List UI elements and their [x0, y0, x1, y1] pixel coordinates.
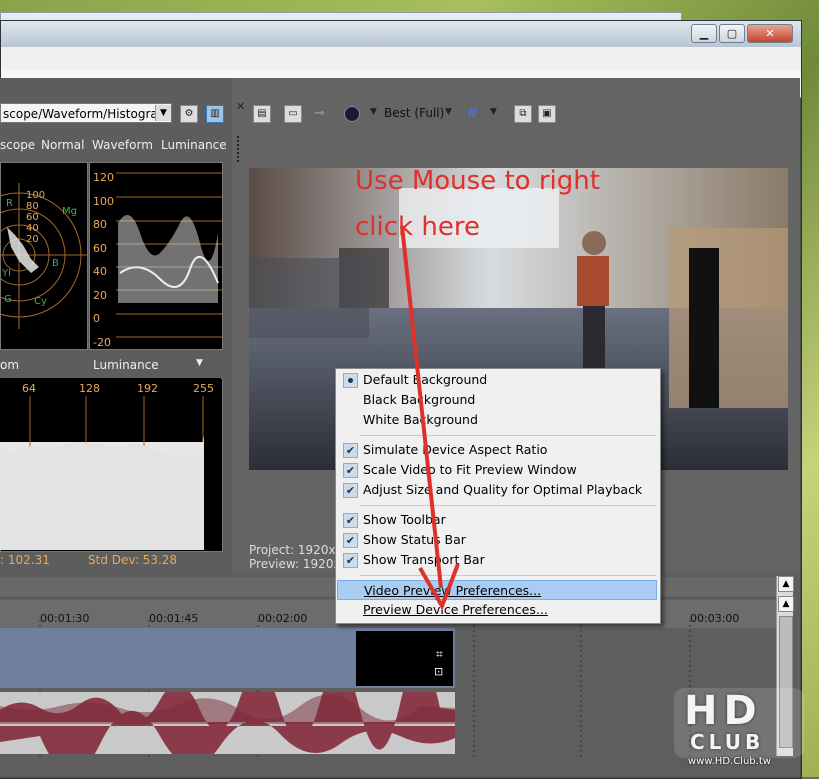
- histogram-gridlines: [0, 396, 204, 550]
- copy-snapshot-button[interactable]: ⧉: [514, 105, 532, 123]
- tab-luminance[interactable]: Luminance: [161, 138, 227, 152]
- vectorscope-tick: 20: [26, 234, 39, 245]
- scope-settings-button[interactable]: ⚙: [180, 105, 198, 123]
- save-icon: ▣: [542, 108, 552, 119]
- check-icon: ✔: [343, 463, 358, 478]
- vectorscope-marker: G: [4, 294, 12, 305]
- waveform-tick: -20: [93, 335, 111, 349]
- vectorscope-marker: Mg: [62, 206, 77, 217]
- vectorscope-marker: B: [52, 258, 59, 269]
- radio-icon: [343, 373, 358, 388]
- waveform-tick: 120: [93, 171, 114, 184]
- maximize-icon: ▢: [726, 27, 738, 40]
- event-fx-icon[interactable]: ⊡: [434, 665, 443, 678]
- video-event[interactable]: ⌗ ⊡: [356, 631, 453, 686]
- menu-bar: [1, 47, 801, 72]
- audio-waveform: [0, 660, 455, 774]
- vectorscope-marker: R: [6, 198, 13, 209]
- overlay-icon[interactable]: [344, 106, 360, 122]
- histogram-mode-label: om: [0, 358, 20, 372]
- tab-waveform[interactable]: Waveform: [92, 138, 153, 152]
- histogram-tick: 255: [193, 382, 214, 395]
- vectorscope-marker: YI: [2, 268, 12, 279]
- split-screen-icon[interactable]: ⊸: [314, 106, 325, 121]
- grid-icon[interactable]: #: [466, 104, 479, 122]
- vectorscope-tick: 100: [26, 190, 46, 201]
- tab-normal[interactable]: Normal: [41, 138, 84, 152]
- minimize-button[interactable]: ▁: [691, 24, 717, 43]
- external-monitor-button[interactable]: ▭: [284, 105, 302, 123]
- audio-track[interactable]: [0, 660, 455, 774]
- waveform-tick: 40: [93, 265, 107, 278]
- vectorscope-tick: 60: [26, 212, 39, 223]
- stat-mean: : 102.31: [0, 553, 50, 567]
- chevron-up-icon[interactable]: ▲: [778, 596, 794, 612]
- save-snapshot-button[interactable]: ▣: [538, 105, 556, 123]
- chevron-down-icon[interactable]: ▼: [370, 107, 377, 117]
- waveform-tick: 60: [93, 241, 107, 255]
- close-button[interactable]: ✕: [747, 24, 793, 43]
- annotation-line-1: Use Mouse to right: [355, 166, 600, 196]
- pin-icon[interactable]: ✕: [236, 100, 245, 113]
- watermark-hd: HD: [684, 688, 763, 734]
- vectorscope-tick: 80: [26, 201, 39, 212]
- check-icon: ✔: [343, 553, 358, 568]
- histogram-icon: ▥: [210, 108, 220, 119]
- tab-scope[interactable]: scope: [0, 138, 35, 152]
- preview-properties-button[interactable]: ▤: [253, 105, 271, 123]
- vectorscope-ticks: 100 80 60 40 20: [26, 190, 45, 245]
- annotation-arrow: [400, 225, 460, 611]
- watermark-url: www.HD.Club.tw: [688, 756, 771, 767]
- properties-icon: ▤: [257, 108, 267, 119]
- waveform-tick: 20: [93, 288, 107, 302]
- title-bar: ▁ ▢ ✕: [1, 21, 801, 47]
- check-icon: ✔: [343, 443, 358, 458]
- scope-mode-value: scope/Waveform/Histogram: [3, 107, 170, 121]
- vectorscope-marker: Cy: [34, 296, 47, 307]
- scope-mode-dropdown[interactable]: scope/Waveform/Histogram: [0, 103, 172, 123]
- waveform-tick: 0: [93, 312, 100, 325]
- histogram-channel-select[interactable]: Luminance: [93, 358, 159, 372]
- watermark-club: CLUB: [690, 730, 765, 754]
- histogram-tick: 128: [79, 382, 100, 395]
- crop-icon[interactable]: ⌗: [436, 647, 443, 662]
- waveform-tick: 80: [93, 218, 107, 231]
- settings-icon: ⚙: [184, 108, 194, 119]
- check-icon: ✔: [343, 483, 358, 498]
- histogram-tick: 192: [137, 382, 158, 395]
- waveform-ticks: 120 100 80 60 40 20 0 -20: [93, 166, 114, 354]
- preview-quality-select[interactable]: Best (Full): [384, 106, 444, 120]
- preview-info: Preview: 1920x: [249, 557, 341, 571]
- chevron-down-icon[interactable]: ▼: [445, 107, 452, 117]
- close-icon: ✕: [765, 27, 775, 40]
- vectorscope-tick: 40: [26, 223, 39, 234]
- check-icon: ✔: [343, 533, 358, 548]
- monitor-icon: ▭: [288, 108, 298, 119]
- chevron-up-icon[interactable]: ▲: [778, 576, 794, 592]
- waveform-tick: 100: [93, 194, 114, 208]
- maximize-button[interactable]: ▢: [719, 24, 745, 43]
- chevron-down-icon[interactable]: ▼: [155, 105, 171, 121]
- chevron-down-icon[interactable]: ▼: [196, 358, 203, 368]
- copy-icon: ⧉: [519, 108, 527, 119]
- update-scopes-button[interactable]: ▥: [206, 105, 224, 123]
- check-icon: ✔: [343, 513, 358, 528]
- stat-std-dev: Std Dev: 53.28: [88, 553, 178, 567]
- chevron-down-icon[interactable]: ▼: [490, 107, 497, 117]
- minimize-icon: ▁: [699, 27, 709, 40]
- hdclub-watermark-logo: HD CLUB www.HD.Club.tw: [672, 688, 812, 774]
- dock-grip[interactable]: [237, 136, 243, 162]
- histogram-tick: 64: [22, 382, 36, 395]
- project-info: Project: 1920x: [249, 543, 336, 557]
